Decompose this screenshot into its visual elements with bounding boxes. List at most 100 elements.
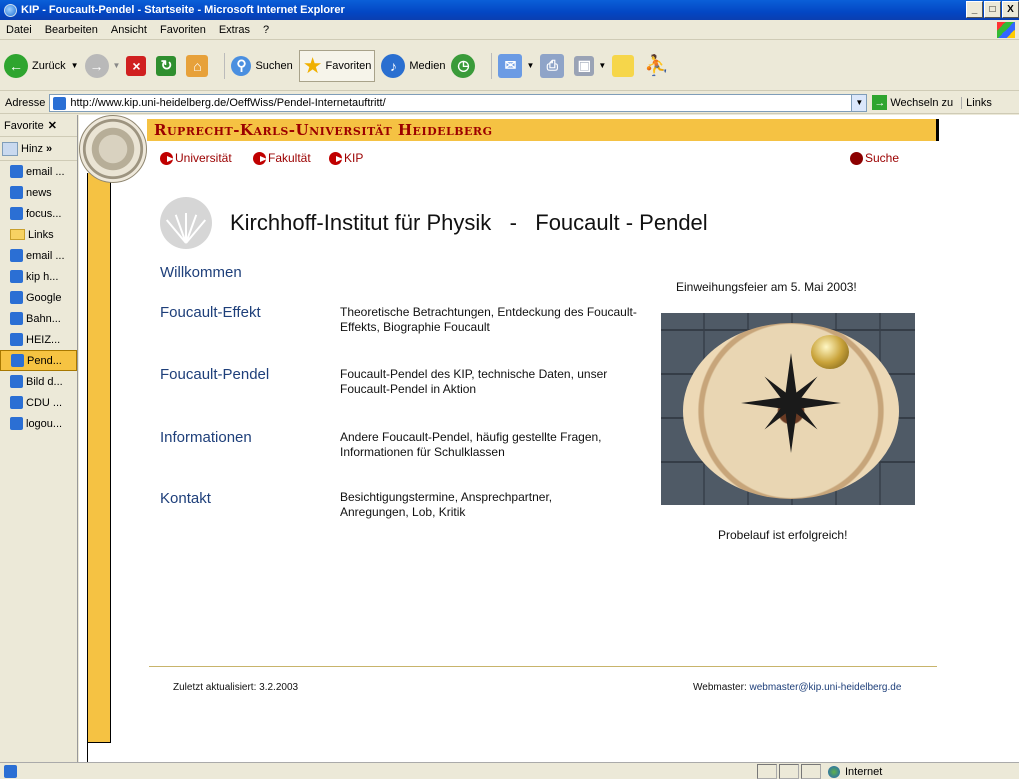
favorites-close-icon[interactable]: ✕ xyxy=(48,119,57,132)
photo-caption: Probelauf ist erfolgreich! xyxy=(718,528,848,542)
status-cell xyxy=(779,764,799,779)
page-content: Ruprecht-Karls-Universität Heidelberg Un… xyxy=(79,115,1019,762)
back-dropdown-icon[interactable]: ▼ xyxy=(71,61,79,70)
print-button[interactable]: ⎙ xyxy=(540,53,568,78)
favorite-item[interactable]: focus... xyxy=(0,203,77,224)
nav-universitaet[interactable]: Universität xyxy=(160,151,232,165)
favorite-item[interactable]: Pend... xyxy=(0,350,77,371)
page-icon xyxy=(10,249,23,262)
forward-dropdown-icon[interactable]: ▼ xyxy=(113,61,121,70)
favorite-item[interactable]: email ... xyxy=(0,161,77,182)
nav-universitaet-label: Universität xyxy=(175,151,232,165)
address-label: Adresse xyxy=(5,96,46,109)
welcome-link[interactable]: Willkommen xyxy=(160,264,242,281)
refresh-button[interactable]: ↻ xyxy=(156,55,180,76)
title-bar[interactable]: KIP - Foucault-Pendel - Startseite - Mic… xyxy=(0,0,1019,20)
page-icon xyxy=(10,375,23,388)
menu-help[interactable]: ? xyxy=(263,24,269,36)
menu-bearbeiten[interactable]: Bearbeiten xyxy=(45,24,98,36)
menu-favoriten[interactable]: Favoriten xyxy=(160,24,206,36)
back-button[interactable]: ← Zurück ▼ xyxy=(4,53,79,78)
messenger-button[interactable]: ⛹ xyxy=(644,53,669,78)
favorite-item[interactable]: Bild d... xyxy=(0,371,77,392)
close-button[interactable]: X xyxy=(1002,1,1019,18)
stop-button[interactable]: × xyxy=(126,55,150,76)
menu-datei[interactable]: Datei xyxy=(6,24,32,36)
pendulum-photo[interactable] xyxy=(661,313,915,505)
page-icon xyxy=(10,165,23,178)
favorites-add-row: Hinz » xyxy=(0,137,77,161)
nav-suche-label: Suche xyxy=(865,151,900,165)
add-favorite-button[interactable]: Hinz xyxy=(21,143,43,155)
pendulum-bob xyxy=(811,335,849,369)
more-chevron-icon[interactable]: » xyxy=(46,143,52,155)
favorite-item[interactable]: Bahn... xyxy=(0,308,77,329)
messenger-person-icon: ⛹ xyxy=(644,55,670,77)
favorite-item[interactable]: Links xyxy=(0,224,77,245)
refresh-icon: ↻ xyxy=(156,55,177,76)
favorite-item[interactable]: news xyxy=(0,182,77,203)
page-icon xyxy=(11,354,24,367)
page-icon xyxy=(10,333,23,346)
security-zone: Internet xyxy=(828,763,882,779)
event-caption: Einweihungsfeier am 5. Mai 2003! xyxy=(676,280,857,294)
menu-ansicht[interactable]: Ansicht xyxy=(111,24,147,36)
edit-dropdown-icon[interactable]: ▼ xyxy=(598,61,606,70)
university-banner: Ruprecht-Karls-Universität Heidelberg xyxy=(147,119,939,141)
mail-dropdown-icon[interactable]: ▼ xyxy=(526,61,534,70)
history-button[interactable]: ◷ xyxy=(451,53,479,78)
go-label: Wechseln zu xyxy=(890,96,954,109)
kip-logo xyxy=(160,197,212,249)
section-foucault-pendel[interactable]: Foucault-Pendel xyxy=(160,366,269,383)
favorites-header: Favorite ✕ xyxy=(0,115,77,137)
nav-kip[interactable]: KIP xyxy=(329,151,363,165)
toolbar: ← Zurück ▼ → ▼ × ↻ ⌂ ⚲ Suchen ★ Favorite… xyxy=(0,41,1019,91)
favorite-item[interactable]: CDU ... xyxy=(0,392,77,413)
favorite-item[interactable]: kip h... xyxy=(0,266,77,287)
search-icon: ⚲ xyxy=(231,55,252,76)
forward-button[interactable]: → ▼ xyxy=(84,53,121,78)
webmaster-email-link[interactable]: webmaster@kip.uni-heidelberg.de xyxy=(750,682,902,693)
menu-extras[interactable]: Extras xyxy=(219,24,250,36)
page-icon xyxy=(10,270,23,283)
address-dropdown-icon[interactable]: ▼ xyxy=(851,94,867,111)
links-button[interactable]: Links xyxy=(961,96,992,109)
favorite-item[interactable]: HEIZ... xyxy=(0,329,77,350)
section-informationen[interactable]: Informationen xyxy=(160,429,252,446)
left-strip-base xyxy=(87,743,111,762)
go-button[interactable]: → Wechseln zu xyxy=(872,95,953,110)
favorite-item[interactable]: email ... xyxy=(0,245,77,266)
minimize-button[interactable]: _ xyxy=(966,1,983,18)
university-title[interactable]: Ruprecht-Karls-Universität Heidelberg xyxy=(154,121,492,139)
favorite-item[interactable]: logou... xyxy=(0,413,77,434)
favorites-pane: Favorite ✕ Hinz » email ... news focus... L… xyxy=(0,115,78,762)
home-button[interactable]: ⌂ xyxy=(186,54,212,77)
favorite-item-label: Bahn... xyxy=(26,312,61,325)
maximize-button[interactable]: □ xyxy=(984,1,1001,18)
favorite-item-label: email ... xyxy=(26,249,65,262)
go-arrow-icon: → xyxy=(872,95,888,110)
search-button[interactable]: ⚲ Suchen xyxy=(231,55,293,76)
section-kontakt[interactable]: Kontakt xyxy=(160,490,211,507)
favorite-item-label: kip h... xyxy=(26,270,59,283)
favorite-item[interactable]: Google xyxy=(0,287,77,308)
nav-suche[interactable]: Suche xyxy=(850,151,899,165)
edit-button[interactable]: ▣ ▼ xyxy=(574,55,606,76)
page-icon xyxy=(10,417,23,430)
mail-icon: ✉ xyxy=(498,53,523,78)
favorites-button[interactable]: ★ Favoriten xyxy=(298,49,376,82)
note-icon xyxy=(612,54,635,77)
favorites-title: Favorite xyxy=(4,119,44,132)
mail-button[interactable]: ✉ ▼ xyxy=(498,53,534,78)
address-input[interactable]: http://www.kip.uni-heidelberg.de/OeffWis… xyxy=(49,93,868,112)
favorites-label: Favoriten xyxy=(325,59,372,72)
media-button[interactable]: ♪ Medien xyxy=(381,53,445,78)
nav-fakultaet[interactable]: Fakultät xyxy=(253,151,311,165)
arrow-bullet-icon xyxy=(160,151,174,165)
status-cell xyxy=(801,764,821,779)
section-foucault-effekt[interactable]: Foucault-Effekt xyxy=(160,304,261,321)
university-seal-logo[interactable] xyxy=(79,115,147,183)
status-bar: Internet xyxy=(0,762,1019,779)
favorite-item-label: Google xyxy=(26,291,62,304)
discuss-button[interactable] xyxy=(612,54,638,77)
